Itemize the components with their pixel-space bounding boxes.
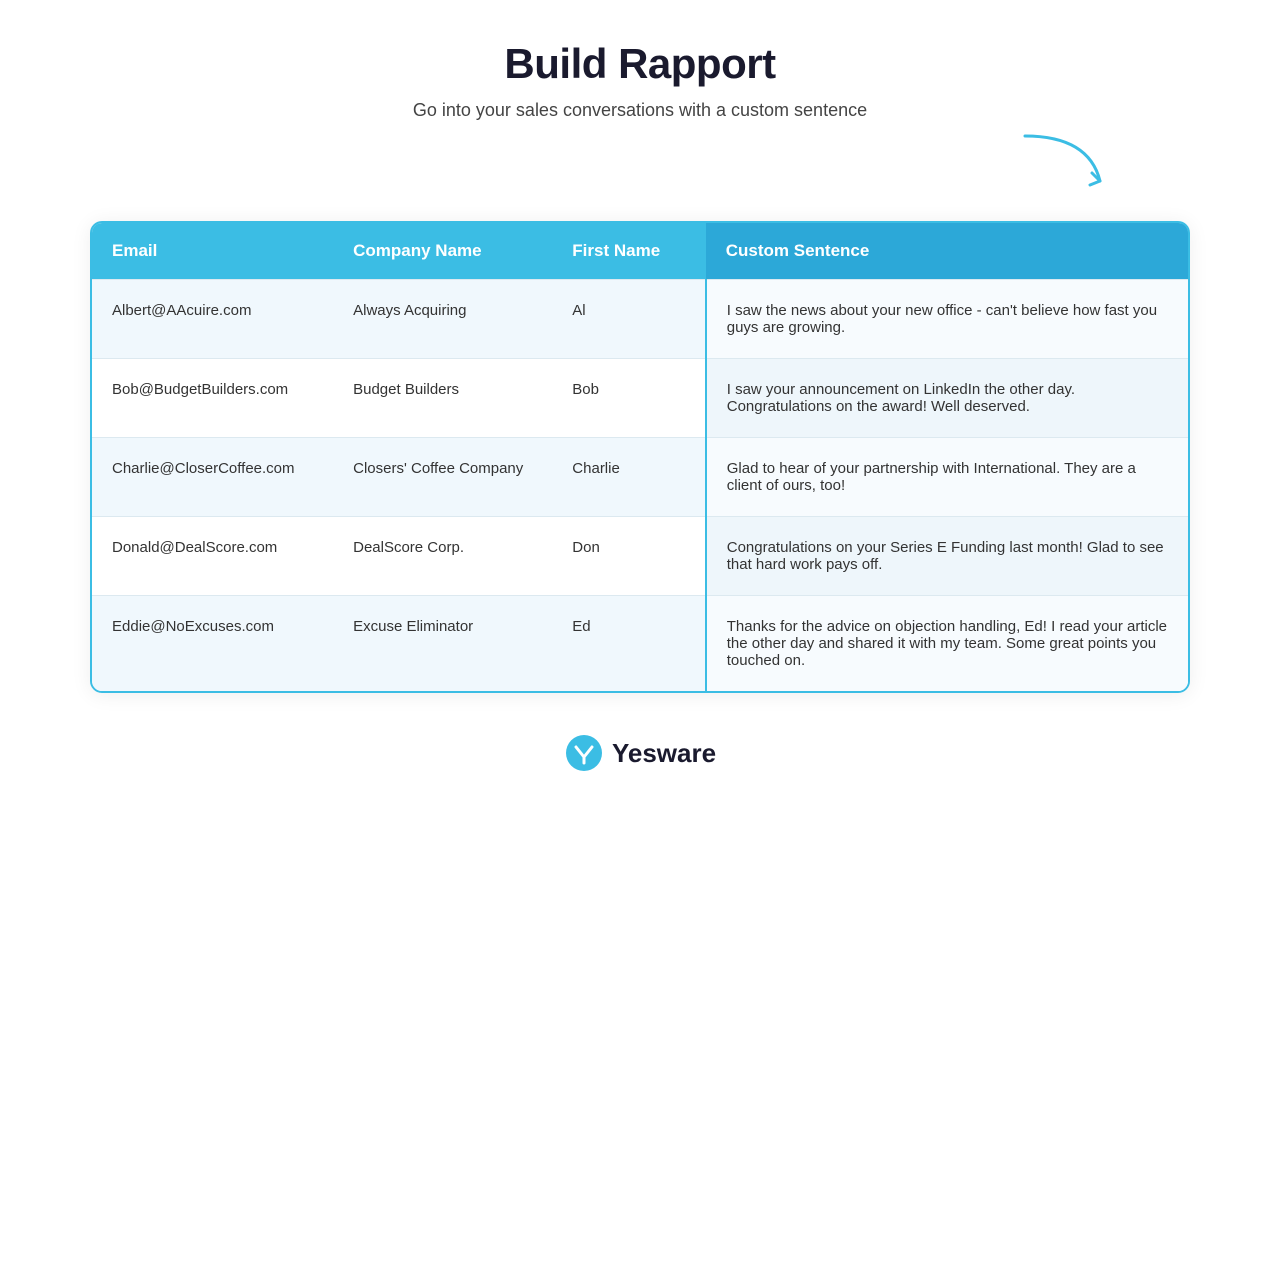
table-row: Charlie@CloserCoffee.comClosers' Coffee … (92, 438, 1188, 517)
cell-sentence: Congratulations on your Series E Funding… (706, 517, 1188, 596)
footer: Yesware (90, 733, 1190, 773)
header-company: Company Name (333, 223, 552, 280)
cell-company: Always Acquiring (333, 280, 552, 359)
cell-sentence: I saw the news about your new office - c… (706, 280, 1188, 359)
cell-firstname: Al (552, 280, 705, 359)
table-wrapper: Email Company Name First Name Custom Sen… (90, 221, 1190, 693)
brand-name: Yesware (612, 738, 716, 769)
cell-firstname: Ed (552, 596, 705, 692)
table-row: Eddie@NoExcuses.comExcuse EliminatorEdTh… (92, 596, 1188, 692)
table-row: Donald@DealScore.comDealScore Corp.DonCo… (92, 517, 1188, 596)
rapport-table: Email Company Name First Name Custom Sen… (92, 223, 1188, 691)
page-container: Build Rapport Go into your sales convers… (90, 40, 1190, 773)
cell-company: Budget Builders (333, 359, 552, 438)
table-row: Bob@BudgetBuilders.comBudget BuildersBob… (92, 359, 1188, 438)
cell-email: Bob@BudgetBuilders.com (92, 359, 333, 438)
cell-sentence: Glad to hear of your partnership with In… (706, 438, 1188, 517)
cell-firstname: Don (552, 517, 705, 596)
page-subtitle: Go into your sales conversations with a … (90, 100, 1190, 121)
page-title: Build Rapport (90, 40, 1190, 88)
header-email: Email (92, 223, 333, 280)
arrow-icon (1020, 131, 1110, 191)
cell-sentence: Thanks for the advice on objection handl… (706, 596, 1188, 692)
table-row: Albert@AAcuire.comAlways AcquiringAlI sa… (92, 280, 1188, 359)
cell-company: DealScore Corp. (333, 517, 552, 596)
cell-firstname: Bob (552, 359, 705, 438)
arrow-container (90, 131, 1190, 191)
cell-email: Donald@DealScore.com (92, 517, 333, 596)
header-sentence: Custom Sentence (706, 223, 1188, 280)
cell-company: Excuse Eliminator (333, 596, 552, 692)
cell-sentence: I saw your announcement on LinkedIn the … (706, 359, 1188, 438)
cell-email: Albert@AAcuire.com (92, 280, 333, 359)
yesware-logo: Yesware (564, 733, 716, 773)
cell-firstname: Charlie (552, 438, 705, 517)
header-firstname: First Name (552, 223, 705, 280)
table-header-row: Email Company Name First Name Custom Sen… (92, 223, 1188, 280)
cell-email: Charlie@CloserCoffee.com (92, 438, 333, 517)
cell-company: Closers' Coffee Company (333, 438, 552, 517)
yesware-icon (564, 733, 604, 773)
cell-email: Eddie@NoExcuses.com (92, 596, 333, 692)
